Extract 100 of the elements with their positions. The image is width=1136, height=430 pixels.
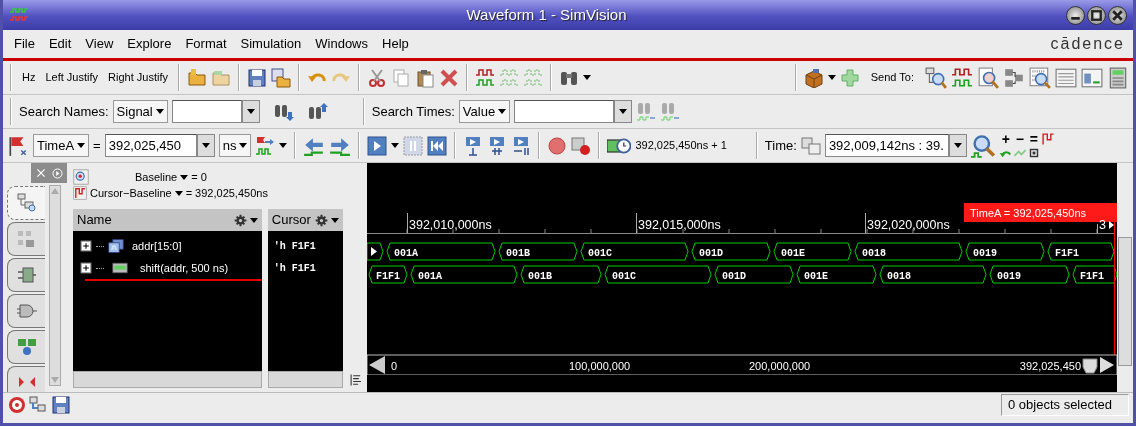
folder-icon[interactable] [186,67,207,88]
windows-icon[interactable] [800,135,821,156]
overview-bar[interactable] [367,354,1117,375]
menu-item[interactable]: Simulation [233,34,309,54]
search-times-field[interactable] [514,100,615,123]
minimize-icon[interactable] [1066,5,1085,25]
toolbar-button[interactable]: Left Justify [42,69,102,86]
waveform-icon[interactable] [474,67,495,88]
send-to-label: Send To: [869,70,915,86]
settings-icon[interactable] [233,213,247,227]
bus-icon [107,238,125,254]
zoom-button[interactable]: − [1012,131,1027,146]
window-title: Waveform 1 - SimVision [465,4,628,25]
save-icon[interactable] [51,395,71,415]
bus-segment [1047,242,1115,261]
side-tab[interactable] [7,186,45,220]
scrollbar[interactable] [267,371,343,388]
baseline-label[interactable]: Baseline [135,168,178,186]
menu-item[interactable]: File [7,34,42,54]
menu-item[interactable]: Help [375,34,416,54]
stop-icon[interactable] [547,135,568,156]
side-tab[interactable] [7,258,45,292]
schematic-icon[interactable] [1003,66,1025,89]
box-icon[interactable] [803,67,824,88]
find-previous-icon[interactable] [307,101,328,122]
menu-item[interactable]: Explore [120,34,179,54]
scrollbar[interactable] [1118,237,1132,366]
bus-value: 001D [722,270,746,282]
window-icon[interactable] [1081,66,1103,89]
dropdown-button[interactable] [614,100,633,123]
scroll-right-icon[interactable] [1100,357,1114,373]
scope-dropdown[interactable]: Value [458,100,511,123]
zoom-icon[interactable] [970,133,995,158]
column-title: Cursor [271,211,312,230]
side-tab[interactable] [7,366,45,392]
overview-label: 392,025,450 [1019,360,1081,372]
column-header[interactable]: Cursor [267,209,343,231]
paste-icon[interactable] [414,67,435,88]
close-icon[interactable] [1108,5,1127,25]
zoom-button[interactable]: + [998,131,1013,146]
settings-icon[interactable] [315,213,328,227]
toolbar-button[interactable]: Hz [19,69,39,86]
step-icon[interactable] [511,135,532,156]
baseline-icon[interactable] [73,169,89,185]
expand-icon[interactable] [79,261,93,275]
caret-icon [279,143,288,148]
delta-label[interactable]: Cursor−Baseline [90,184,172,202]
bus-value: 001B [528,270,552,282]
waveform-icon[interactable] [951,66,973,89]
bus-value: 001D [699,247,723,259]
menu-item[interactable]: Format [178,34,234,54]
align-icon[interactable] [349,372,363,387]
save-icon[interactable] [270,67,291,88]
menu-item[interactable]: Windows [308,34,375,54]
zoom-button[interactable]: = [1026,131,1041,146]
binary-search-icon[interactable] [1029,66,1051,89]
cursor-value: 'h F1F1 [272,239,317,254]
toolbar-button[interactable]: Right Justify [105,69,171,86]
scope-dropdown[interactable]: Signal [112,100,168,123]
cursor-flag-icon[interactable] [73,186,87,200]
caret-icon [201,143,210,148]
scrollbar[interactable] [73,371,262,388]
flag-icon[interactable] [7,134,29,157]
menu-item[interactable]: View [78,34,121,54]
side-tab[interactable] [7,222,45,256]
calculator-icon[interactable] [1107,66,1129,89]
delete-icon[interactable] [438,67,459,88]
cursor-label: TimeA = 392,025,450ns [970,207,1087,219]
unit-dropdown[interactable]: ns [218,134,252,157]
bus-segment [1072,265,1117,284]
rewind-icon[interactable] [427,135,448,156]
side-tab[interactable] [7,294,45,328]
signal-name[interactable]: shift(addr, 500 ns) [140,259,229,277]
side-tab[interactable] [7,330,45,364]
signal-name[interactable]: addr[15:0] [132,237,182,255]
maximize-icon[interactable] [1087,5,1106,25]
caret-icon [953,143,962,148]
target-icon[interactable] [7,395,27,415]
expand-icon[interactable] [79,239,93,253]
search-names-field[interactable] [171,100,242,123]
flow-icon[interactable] [29,395,49,415]
hierarchy-search-icon[interactable] [925,66,947,89]
cut-icon[interactable] [366,67,387,88]
scroll-left-icon[interactable] [369,356,385,374]
scroll-right-icon[interactable] [1109,221,1114,229]
cursor-dropdown[interactable]: TimeA [33,134,90,157]
save-icon[interactable] [246,67,267,88]
cursor-time-field[interactable]: 392,025,450 [104,134,197,157]
undock-icon[interactable] [51,166,64,180]
table-icon[interactable] [1055,66,1077,89]
menu-item[interactable]: Edit [41,34,79,54]
bus-value: 0019 [997,270,1021,282]
scroll-thumb[interactable] [1082,358,1098,374]
cursor-move-icon[interactable] [255,135,276,156]
play-icon[interactable] [367,135,388,156]
time-range-field[interactable]: 392,009,142ns : 39. [824,134,949,157]
document-search-icon[interactable] [977,66,999,89]
marker-icon[interactable] [1040,131,1055,146]
breakpoint-icon[interactable] [571,135,592,156]
column-header[interactable]: Name [73,209,262,231]
